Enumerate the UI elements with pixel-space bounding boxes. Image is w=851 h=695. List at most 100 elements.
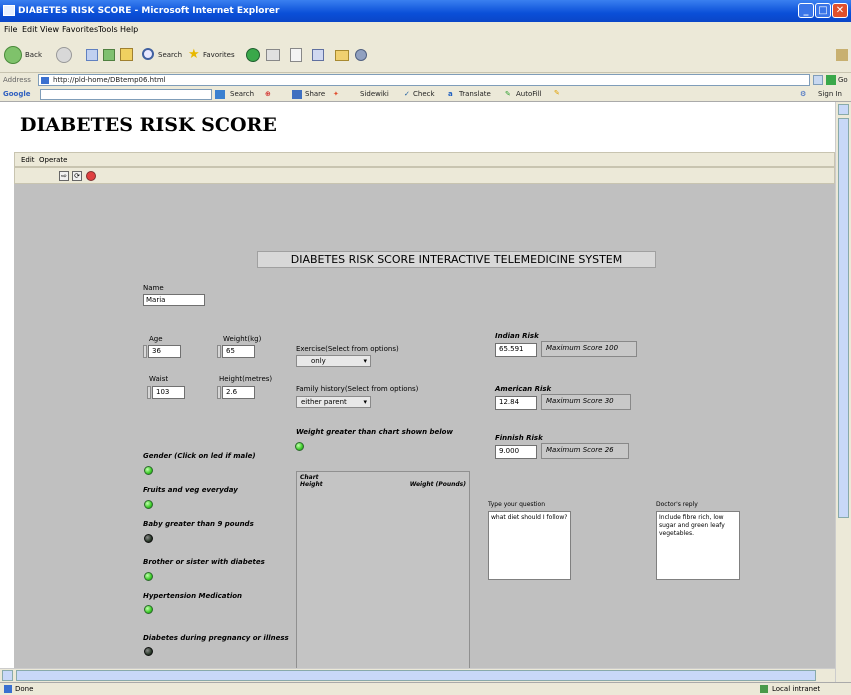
abort-icon[interactable] (86, 171, 96, 181)
address-url: http://pld-home/DBtemp06.html (53, 76, 166, 84)
page-icon (41, 77, 49, 84)
menu-help[interactable]: Help (120, 25, 138, 34)
browser-toolbar: Back Search ★ Favorites (0, 37, 851, 73)
share-icon (292, 90, 302, 99)
height-label: Height(metres) (219, 375, 273, 383)
google-share-button[interactable]: Share (305, 90, 325, 98)
vertical-scrollbar[interactable] (835, 102, 851, 682)
go-icon[interactable] (826, 75, 836, 85)
weight-label: Weight(kg) (223, 335, 262, 343)
sibling-led[interactable] (144, 572, 153, 581)
search-label[interactable]: Search (158, 51, 182, 59)
exercise-label: Exercise(Select from options) (296, 345, 399, 353)
lv-menu-operate[interactable]: Operate (39, 156, 67, 164)
run-continuous-icon[interactable]: ⟳ (72, 171, 82, 181)
google-translate-button[interactable]: Translate (459, 90, 491, 98)
waist-spinner[interactable] (147, 386, 151, 399)
google-search-button[interactable]: Search (230, 90, 254, 98)
go-label[interactable]: Go (838, 76, 848, 84)
menu-view[interactable]: View (40, 25, 59, 34)
edit-icon[interactable] (312, 49, 324, 61)
bookmark-icon[interactable]: ✦ (333, 90, 339, 98)
hypertension-led[interactable] (144, 605, 153, 614)
window-title: DIABETES RISK SCORE - Microsoft Internet… (18, 6, 280, 16)
pregnancy-led[interactable] (144, 647, 153, 656)
finnish-risk-label: Finnish Risk (495, 434, 543, 442)
baby-label: Baby greater than 9 pounds (143, 520, 254, 528)
weight-greater-label: Weight greater than chart shown below (296, 428, 453, 436)
waist-label: Waist (149, 375, 169, 383)
address-dropdown-icon[interactable] (813, 75, 823, 85)
google-signin-link[interactable]: Sign In (818, 90, 842, 98)
favorites-icon[interactable]: ★ (188, 47, 200, 62)
age-input[interactable]: 36 (148, 345, 181, 358)
baby-led[interactable] (144, 534, 153, 543)
scroll-thumb[interactable] (838, 118, 849, 518)
horizontal-scrollbar[interactable] (0, 668, 835, 682)
close-button[interactable]: ✕ (832, 3, 848, 18)
address-label: Address (3, 76, 31, 84)
home-icon[interactable] (120, 48, 133, 61)
favorites-label[interactable]: Favorites (203, 51, 235, 59)
mail-icon[interactable] (266, 49, 280, 61)
weight-spinner[interactable] (217, 345, 221, 358)
wrench-icon[interactable]: ✎ (554, 89, 560, 97)
american-risk-label: American Risk (495, 385, 552, 393)
search-icon[interactable] (142, 48, 154, 60)
google-toolbar: Google Search ⊕ Share ✦ Sidewiki ✓ Check… (0, 87, 851, 102)
google-check-button[interactable]: Check (413, 90, 435, 98)
height-input[interactable]: 2.6 (222, 386, 255, 399)
google-more-icon[interactable]: ⊕ (265, 90, 271, 98)
gender-led[interactable] (144, 466, 153, 475)
google-logo: Google (3, 90, 31, 98)
name-label: Name (143, 284, 164, 292)
indian-risk-label: Indian Risk (495, 332, 539, 340)
reply-label: Doctor's reply (656, 501, 698, 508)
stop-icon[interactable] (86, 49, 98, 61)
indian-risk-value: 65.591 (495, 343, 537, 357)
google-autofill-button[interactable]: AutoFill (516, 90, 542, 98)
back-icon[interactable] (4, 46, 22, 64)
question-textarea[interactable]: what diet should I follow? (488, 511, 571, 580)
menu-edit[interactable]: Edit (22, 25, 38, 34)
page-status-icon (4, 685, 12, 693)
name-input[interactable]: Maria (143, 294, 205, 306)
wrench-settings-icon[interactable]: ⚙ (800, 90, 806, 98)
lv-menu-edit[interactable]: Edit (21, 156, 35, 164)
forward-icon[interactable] (56, 47, 72, 63)
ie-logo-icon (836, 49, 848, 61)
weight-greater-led[interactable] (295, 442, 304, 451)
weight-input[interactable]: 65 (222, 345, 255, 358)
horizontal-scroll-thumb[interactable] (16, 670, 816, 681)
weight-chart-table: Chart Height Weight (Pounds) 4'10.......… (296, 471, 470, 682)
dropdown-icon: ▾ (363, 398, 367, 406)
print-icon[interactable] (290, 48, 302, 62)
fruits-led[interactable] (144, 500, 153, 509)
folder-icon[interactable] (335, 50, 349, 61)
google-sidewiki-button[interactable]: Sidewiki (360, 90, 389, 98)
refresh-icon[interactable] (103, 49, 115, 61)
status-text: Done (15, 685, 34, 693)
family-history-select[interactable]: either parent ▾ (296, 396, 371, 408)
check-icon: ✓ (404, 90, 410, 98)
minimize-button[interactable]: _ (798, 3, 814, 18)
address-input[interactable]: http://pld-home/DBtemp06.html (38, 74, 810, 86)
ie-app-icon (3, 5, 15, 16)
labview-toolbar: ⇨ ⟳ (14, 167, 835, 184)
menu-file[interactable]: File (4, 25, 17, 34)
window-title-bar: DIABETES RISK SCORE - Microsoft Internet… (0, 0, 851, 22)
age-spinner[interactable] (143, 345, 147, 358)
gender-label: Gender (Click on led if male) (143, 452, 256, 460)
exercise-select[interactable]: only ▾ (296, 355, 371, 367)
maximize-button[interactable]: □ (815, 3, 831, 18)
scroll-up-icon[interactable] (838, 104, 849, 115)
menu-favorites[interactable]: Favorites (62, 25, 98, 34)
scroll-left-icon[interactable] (2, 670, 13, 681)
height-spinner[interactable] (217, 386, 221, 399)
messenger-icon[interactable] (355, 49, 367, 61)
menu-tools[interactable]: Tools (98, 25, 118, 34)
google-search-input[interactable] (40, 89, 212, 100)
run-arrow-icon[interactable]: ⇨ (59, 171, 69, 181)
history-icon[interactable] (246, 48, 260, 62)
waist-input[interactable]: 103 (152, 386, 185, 399)
